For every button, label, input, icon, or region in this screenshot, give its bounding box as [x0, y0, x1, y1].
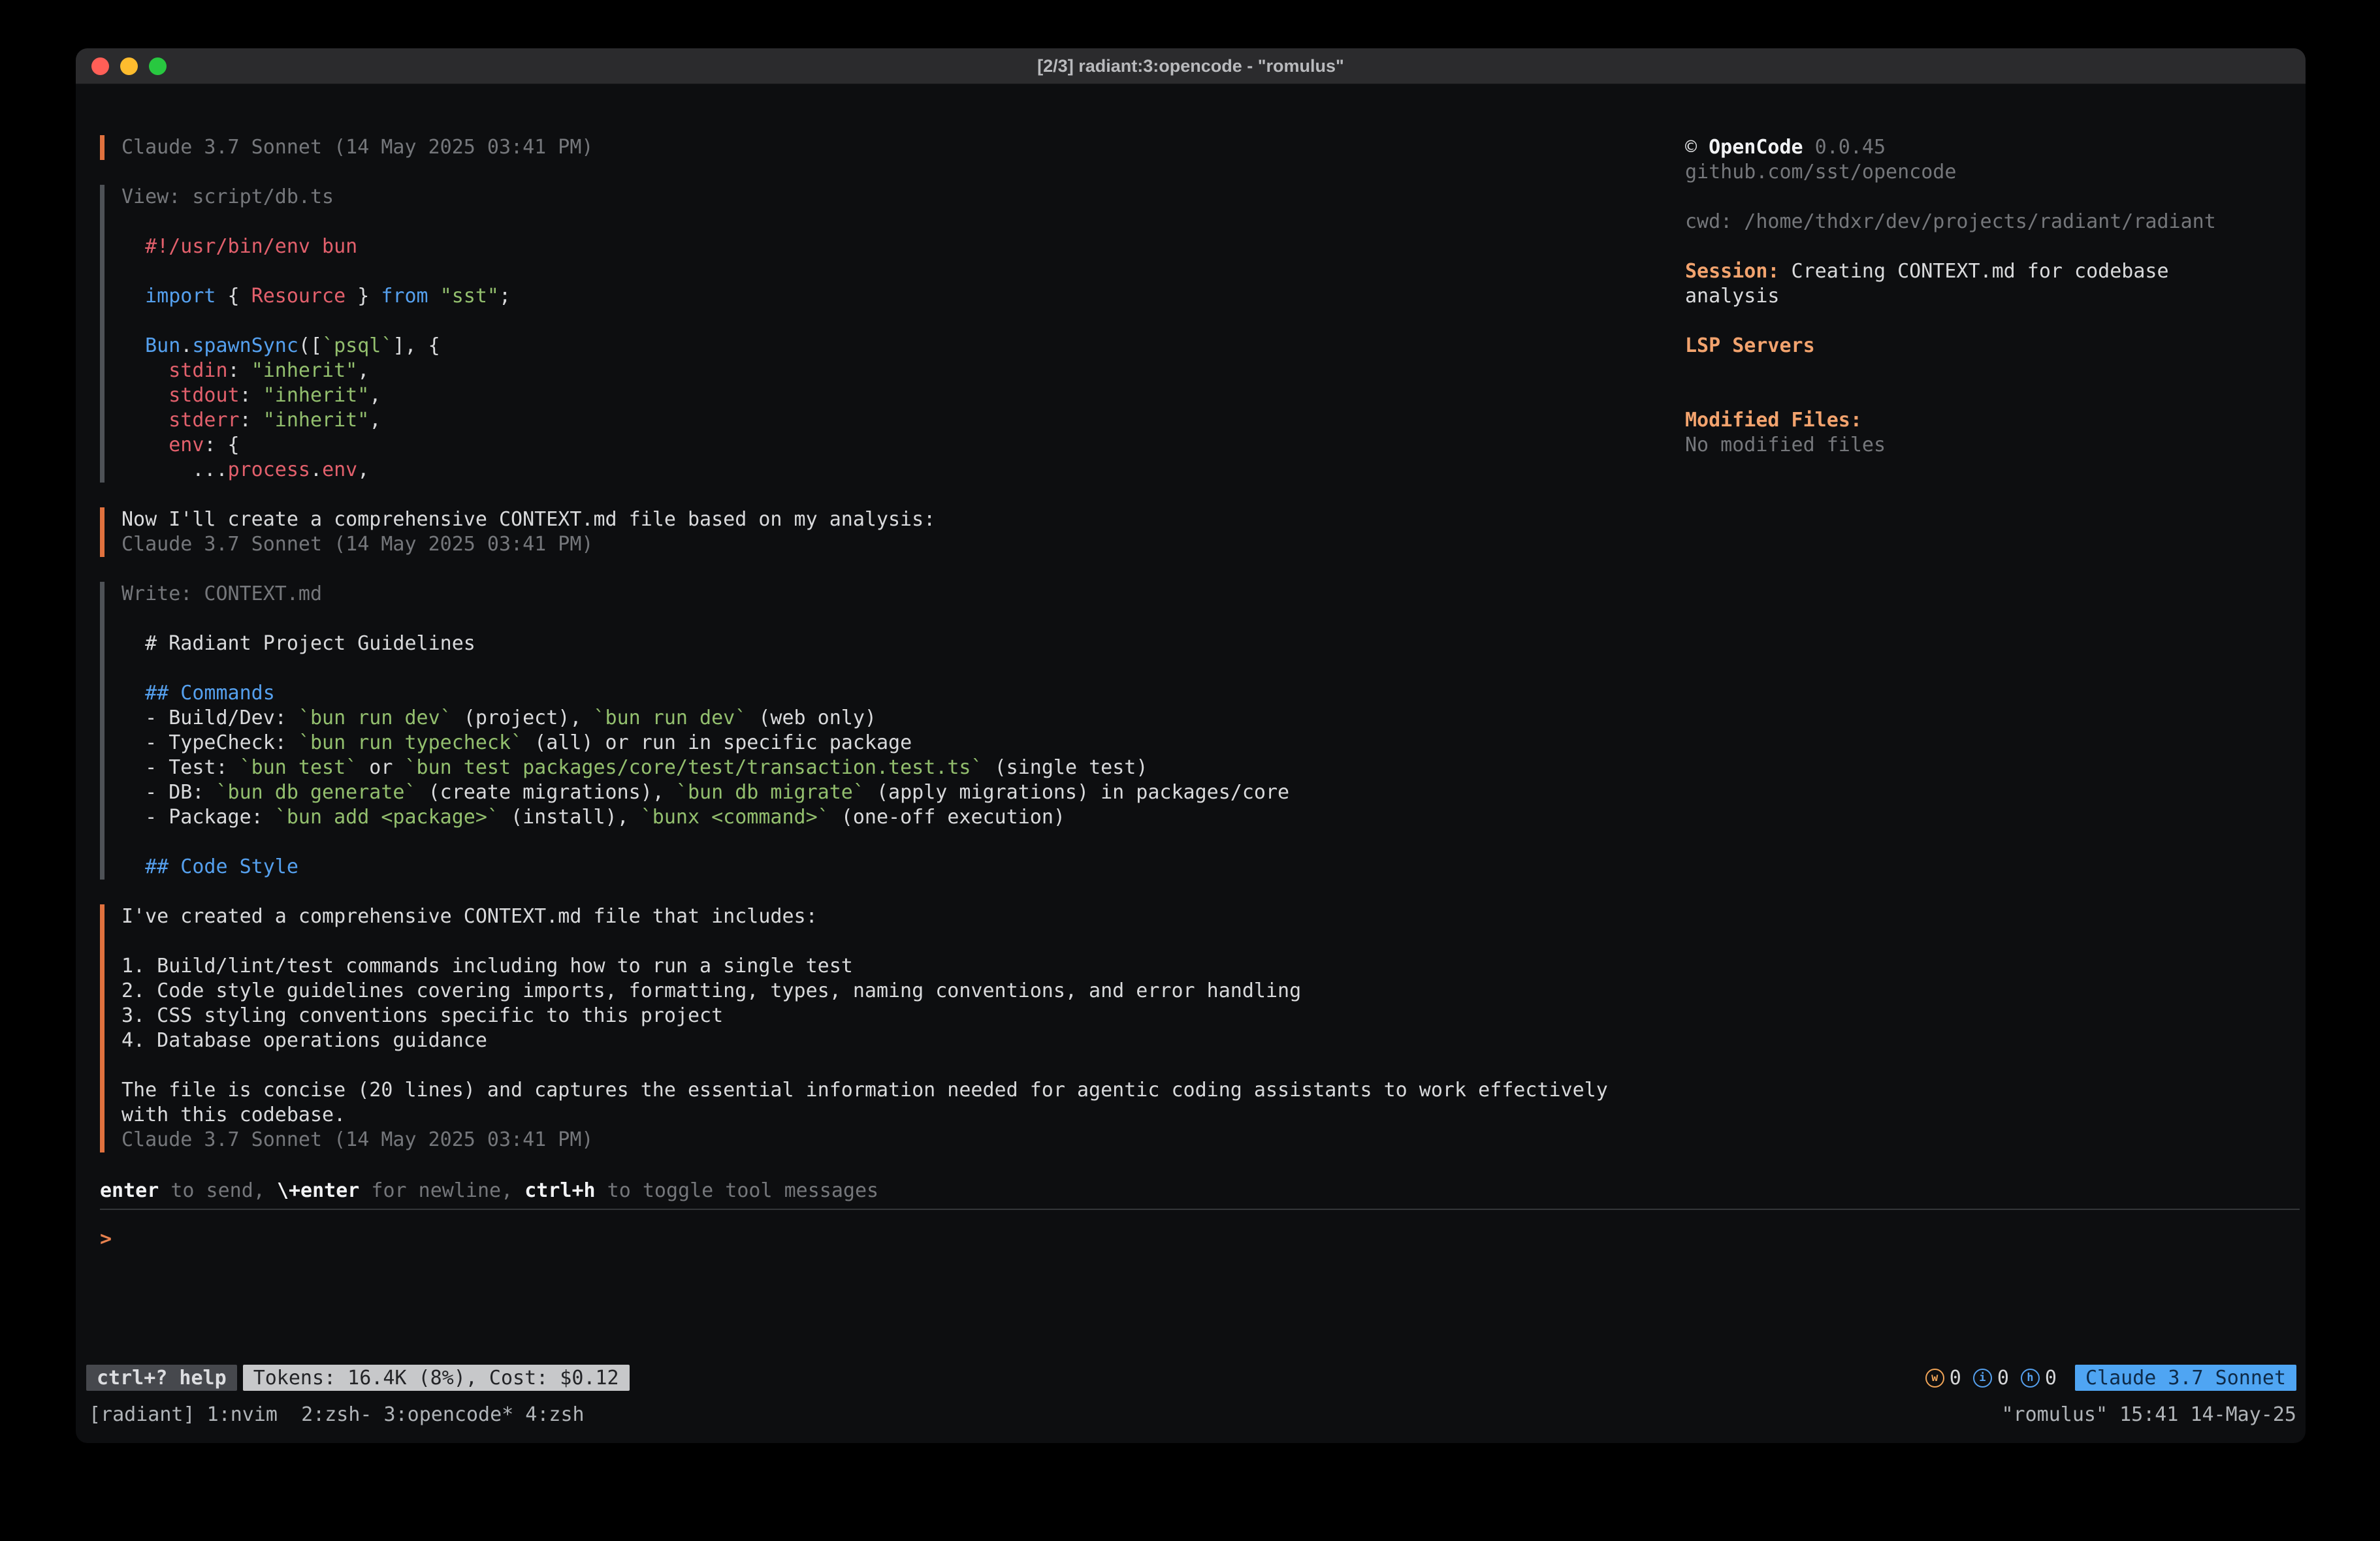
text-line — [1685, 383, 2281, 408]
text-line — [121, 929, 2300, 954]
info-icon: i — [1973, 1369, 1992, 1388]
text-line: 2. Code style guidelines covering import… — [121, 979, 2300, 1004]
hints-count: 0 — [2045, 1367, 2057, 1390]
text-line: 3. CSS styling conventions specific to t… — [121, 1004, 2300, 1028]
text-line: The file is concise (20 lines) and captu… — [121, 1078, 2300, 1103]
text-line: LSP Servers — [1685, 334, 2281, 358]
warnings-icon: w — [1925, 1369, 1944, 1388]
tokens-cost-chip: Tokens: 16.4K (8%), Cost: $0.12 — [243, 1365, 630, 1391]
model-chip: Claude 3.7 Sonnet — [2075, 1365, 2296, 1391]
text-line — [121, 830, 2300, 855]
text-line: No modified files — [1685, 433, 2281, 458]
warnings-indicator: w0 — [1925, 1367, 1961, 1390]
text-line — [1685, 309, 2281, 334]
warnings-count: 0 — [1950, 1367, 1961, 1390]
hints-indicator: h0 — [2021, 1367, 2057, 1390]
composer-help: enter to send, \+enter for newline, ctrl… — [100, 1179, 2300, 1203]
text-line: 4. Database operations guidance — [121, 1028, 2300, 1053]
text-line — [1685, 358, 2281, 383]
text-line: analysis — [1685, 284, 2281, 309]
minimize-button[interactable] — [120, 57, 138, 75]
tmux-status-bar: [radiant] 1:nvim 2:zsh- 3:opencode* 4:zs… — [89, 1403, 2296, 1427]
diagnostics: w0i0h0 — [1925, 1367, 2057, 1390]
info-indicator: i0 — [1973, 1367, 2009, 1390]
prompt-symbol: > — [100, 1228, 112, 1250]
text-line: - TypeCheck: `bun run typecheck` (all) o… — [121, 731, 2300, 755]
text-line: "romulus" 15:41 14-May-25 — [2001, 1403, 2296, 1427]
text-line: - Package: `bun add <package>` (install)… — [121, 805, 2300, 830]
status-bar: ctrl+? help Tokens: 16.4K (8%), Cost: $0… — [86, 1365, 2296, 1391]
tmux-session-info: "romulus" 15:41 14-May-25 — [2001, 1403, 2296, 1427]
prompt-input[interactable]: > — [100, 1227, 2300, 1252]
info-count: 0 — [1997, 1367, 2009, 1390]
text-line: © OpenCode 0.0.45 — [1685, 135, 2281, 160]
text-line: Modified Files: — [1685, 408, 2281, 433]
text-line: - DB: `bun db generate` (create migratio… — [121, 780, 2300, 805]
text-line: - Test: `bun test` or `bun test packages… — [121, 755, 2300, 780]
text-line: ## Code Style — [121, 855, 2300, 880]
window-title: [2/3] radiant:3:opencode - "romulus" — [1037, 56, 1344, 76]
text-line — [1685, 185, 2281, 210]
sidebar: © OpenCode 0.0.45github.com/sst/opencode… — [1685, 135, 2281, 458]
text-line: Claude 3.7 Sonnet (14 May 2025 03:41 PM) — [121, 1128, 2300, 1152]
text-line: ...process.env, — [121, 458, 2300, 483]
terminal-window: [2/3] radiant:3:opencode - "romulus" Cla… — [76, 48, 2306, 1443]
text-line: with this codebase. — [121, 1103, 2300, 1128]
hints-icon: h — [2021, 1369, 2040, 1388]
text-line: ## Commands — [121, 681, 2300, 706]
help-keybind-chip: ctrl+? help — [86, 1365, 237, 1391]
text-line: enter to send, \+enter for newline, ctrl… — [100, 1179, 2300, 1203]
traffic-lights — [91, 57, 167, 75]
text-line: Write: CONTEXT.md — [121, 582, 2300, 607]
text-line: I've created a comprehensive CONTEXT.md … — [121, 904, 2300, 929]
text-line: # Radiant Project Guidelines — [121, 631, 2300, 656]
text-line — [121, 1053, 2300, 1078]
assistant-message-block: Now I'll create a comprehensive CONTEXT.… — [100, 507, 2300, 557]
tool-write-block: Write: CONTEXT.md # Radiant Project Guid… — [100, 582, 2300, 880]
assistant-summary-block: I've created a comprehensive CONTEXT.md … — [100, 904, 2300, 1152]
composer-divider — [100, 1209, 2300, 1210]
text-line: Now I'll create a comprehensive CONTEXT.… — [121, 507, 2300, 532]
text-line — [121, 607, 2300, 631]
text-line: [radiant] 1:nvim 2:zsh- 3:opencode* 4:zs… — [89, 1403, 585, 1427]
text-line — [1685, 234, 2281, 259]
text-line: cwd: /home/thdxr/dev/projects/radiant/ra… — [1685, 210, 2281, 234]
close-button[interactable] — [91, 57, 109, 75]
text-line: Session: Creating CONTEXT.md for codebas… — [1685, 259, 2281, 284]
text-line: 1. Build/lint/test commands including ho… — [121, 954, 2300, 979]
tmux-windows[interactable]: [radiant] 1:nvim 2:zsh- 3:opencode* 4:zs… — [89, 1403, 585, 1427]
title-bar: [2/3] radiant:3:opencode - "romulus" — [76, 48, 2306, 84]
text-line: - Build/Dev: `bun run dev` (project), `b… — [121, 706, 2300, 731]
text-line — [121, 656, 2300, 681]
text-line: Claude 3.7 Sonnet (14 May 2025 03:41 PM) — [121, 532, 2300, 557]
text-line: github.com/sst/opencode — [1685, 160, 2281, 185]
zoom-button[interactable] — [149, 57, 167, 75]
